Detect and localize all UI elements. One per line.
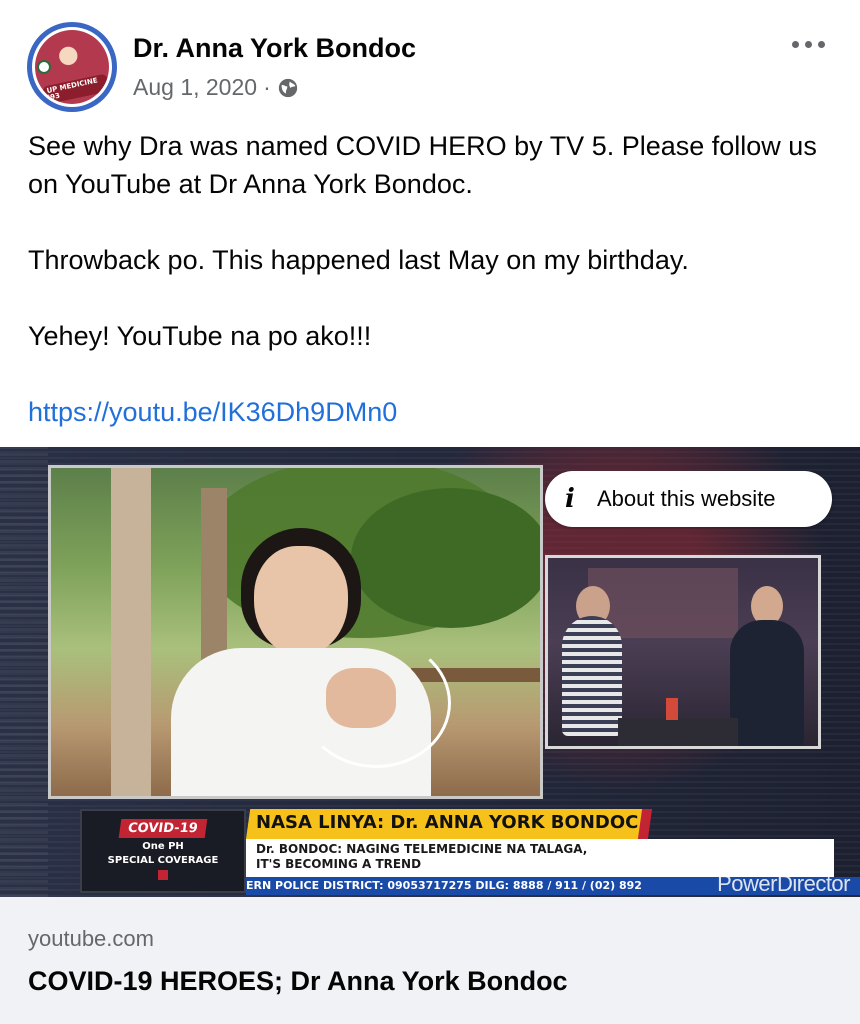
- interviewee: [151, 528, 451, 796]
- covid-sub2: SPECIAL COVERAGE: [107, 855, 219, 866]
- avatar[interactable]: UP MEDICINE '93: [27, 22, 117, 112]
- covid-coverage-logo: COVID-19 One PH SPECIAL COVERAGE: [80, 809, 246, 893]
- ticker-text: ERN POLICE DISTRICT: 09053717275 DILG: 8…: [246, 879, 642, 892]
- meta-separator: ·: [263, 74, 271, 100]
- link-card[interactable]: youtube.com COVID-19 HEROES; Dr Anna Yor…: [0, 897, 860, 1024]
- network-logo-icon: [158, 870, 168, 880]
- post-paragraph: Throwback po. This happened last May on …: [28, 245, 689, 275]
- more-options-icon[interactable]: [792, 36, 832, 52]
- globe-icon[interactable]: [277, 77, 299, 99]
- post-body: See why Dra was named COVID HERO by TV 5…: [28, 127, 838, 431]
- about-button-label: About this website: [597, 486, 776, 511]
- studio-video-feed: [545, 555, 821, 749]
- interview-video-feed: [48, 465, 543, 799]
- headline-text: NASA LINYA: Dr. ANNA YORK BONDOC: [256, 812, 639, 833]
- post-date[interactable]: Aug 1, 2020: [133, 74, 257, 101]
- post-paragraph: See why Dra was named COVID HERO by TV 5…: [28, 131, 817, 199]
- avatar-photo: UP MEDICINE '93: [35, 30, 109, 104]
- covid-sub1: One PH: [142, 841, 184, 852]
- link-preview-image[interactable]: i About this website COVID-19 One PH SPE…: [0, 447, 860, 897]
- subheadline-text: Dr. BONDOC: NAGING TELEMEDICINE NA TALAG…: [256, 842, 588, 871]
- link-title: COVID-19 HEROES; Dr Anna York Bondoc: [28, 966, 568, 996]
- post-header: UP MEDICINE '93 Dr. Anna York Bondoc Aug…: [0, 0, 860, 120]
- info-icon: i: [565, 484, 575, 514]
- post-paragraph: Yehey! YouTube na po ako!!!: [28, 321, 372, 351]
- post-link[interactable]: https://youtu.be/IK36Dh9DMn0: [28, 393, 838, 431]
- avatar-badge: UP MEDICINE '93: [41, 73, 109, 104]
- author-name[interactable]: Dr. Anna York Bondoc: [133, 33, 416, 64]
- post-meta: Aug 1, 2020 ·: [133, 74, 299, 101]
- covid-tag: COVID-19: [118, 819, 208, 838]
- link-domain: youtube.com: [28, 926, 154, 951]
- seal-icon: [37, 60, 51, 74]
- powerdirector-watermark: PowerDirector: [717, 871, 850, 896]
- about-this-website-button[interactable]: i About this website: [545, 471, 832, 527]
